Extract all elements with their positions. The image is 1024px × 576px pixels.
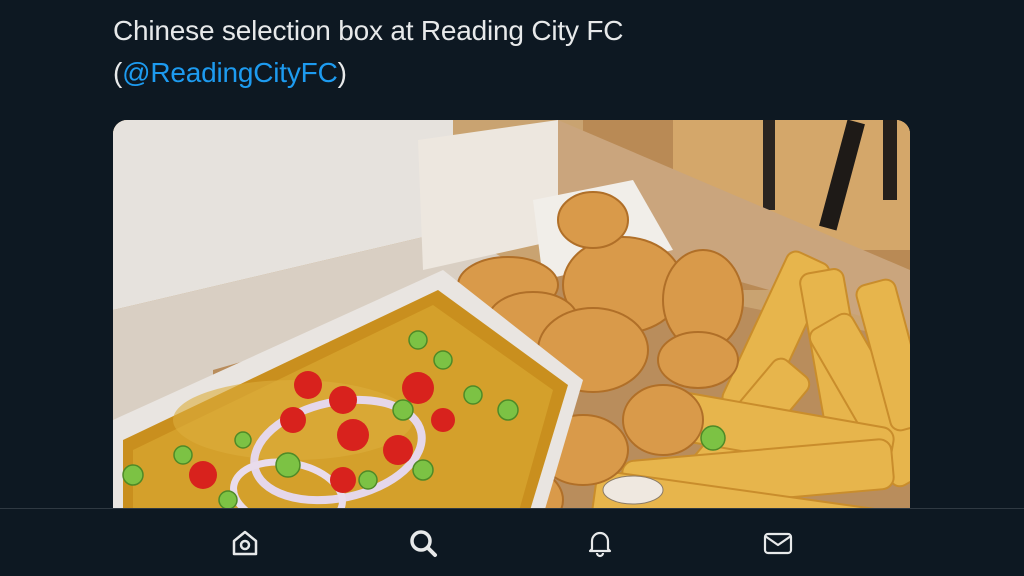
nav-messages-button[interactable] [758, 523, 798, 563]
nav-home-button[interactable] [225, 523, 265, 563]
bottom-nav-bar [0, 508, 1024, 576]
tweet-text: Chinese selection box at Reading City FC… [113, 10, 913, 94]
twitter-app: Chinese selection box at Reading City FC… [0, 0, 1024, 576]
nav-notifications-button[interactable] [580, 523, 620, 563]
search-icon [410, 530, 437, 557]
tweet-media-image[interactable] [113, 120, 910, 550]
nav-search-button[interactable] [403, 523, 443, 563]
mention-link[interactable]: @ReadingCityFC [122, 57, 338, 88]
food-photo [113, 120, 910, 550]
close-paren: ) [337, 57, 347, 88]
open-paren: ( [113, 57, 123, 88]
bell-icon [588, 531, 612, 558]
mail-icon [763, 532, 793, 555]
tweet-body: Chinese selection box at Reading City FC [113, 15, 624, 46]
home-icon [232, 530, 258, 556]
